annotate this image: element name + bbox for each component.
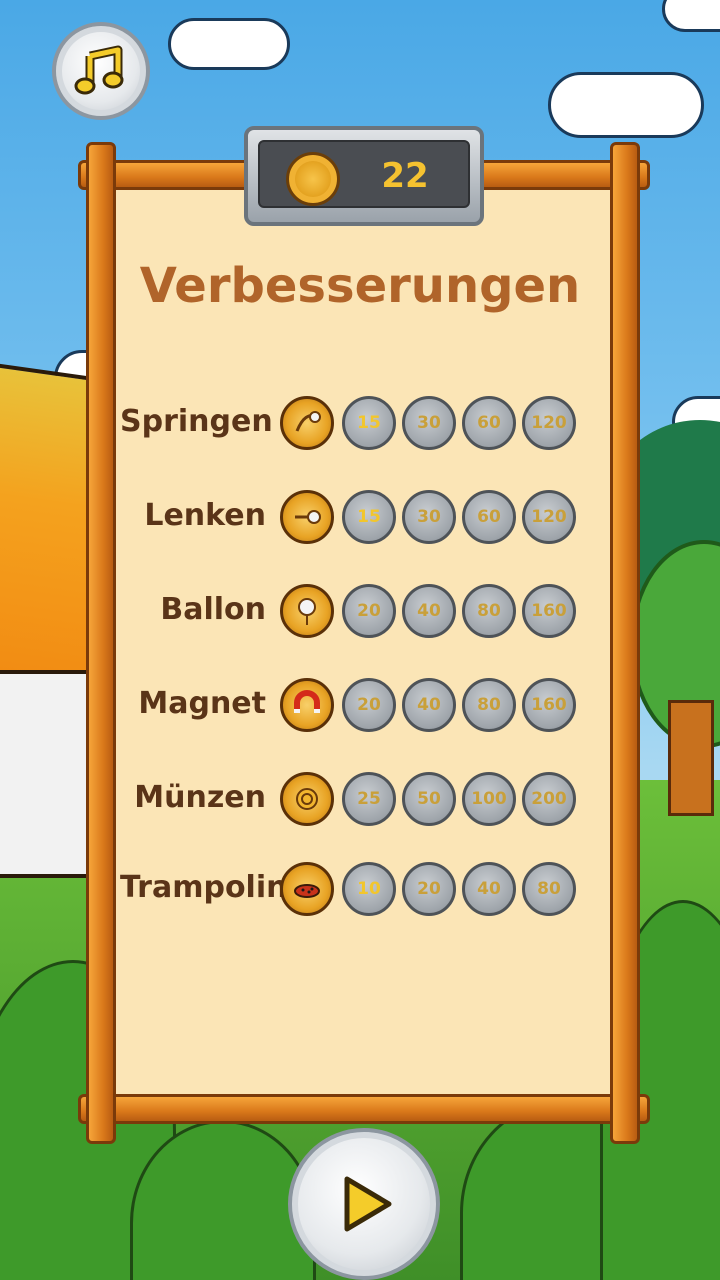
coin-counter: 22 bbox=[244, 126, 484, 226]
wood-plank-right bbox=[610, 142, 640, 1144]
steer-icon bbox=[280, 490, 334, 544]
level-button[interactable]: 120 bbox=[522, 396, 576, 450]
upgrade-row-lenken: Lenken 15 30 60 120 bbox=[120, 486, 590, 546]
house-wall bbox=[0, 670, 98, 878]
music-toggle-button[interactable] bbox=[52, 22, 150, 120]
upgrade-label: Ballon bbox=[160, 592, 266, 627]
level-button[interactable]: 40 bbox=[402, 678, 456, 732]
coin-counter-display: 22 bbox=[258, 140, 470, 208]
cloud bbox=[548, 72, 704, 138]
level-button[interactable]: 40 bbox=[402, 584, 456, 638]
level-button[interactable]: 30 bbox=[402, 396, 456, 450]
level-button[interactable]: 20 bbox=[402, 862, 456, 916]
upgrade-row-ballon: Ballon 20 40 80 160 bbox=[120, 580, 590, 640]
level-button[interactable]: 200 bbox=[522, 772, 576, 826]
upgrade-row-muenzen: Münzen 25 50 100 200 bbox=[120, 768, 590, 828]
trampoline-icon bbox=[280, 862, 334, 916]
jump-icon bbox=[280, 396, 334, 450]
level-button[interactable]: 120 bbox=[522, 490, 576, 544]
level-button[interactable]: 80 bbox=[462, 584, 516, 638]
cloud bbox=[662, 0, 720, 32]
magnet-icon bbox=[280, 678, 334, 732]
level-button[interactable]: 30 bbox=[402, 490, 456, 544]
coin-icon bbox=[280, 772, 334, 826]
upgrade-row-magnet: Magnet 20 40 80 160 bbox=[120, 674, 590, 734]
tree-trunk bbox=[668, 700, 714, 816]
upgrade-label: Magnet bbox=[138, 686, 266, 721]
page-title: Verbesserungen bbox=[139, 258, 581, 314]
level-button[interactable]: 25 bbox=[342, 772, 396, 826]
upgrade-label: Lenken bbox=[144, 498, 266, 533]
level-button[interactable]: 80 bbox=[522, 862, 576, 916]
wood-plank-bottom bbox=[78, 1094, 650, 1124]
level-button[interactable]: 160 bbox=[522, 678, 576, 732]
upgrade-label: Münzen bbox=[134, 780, 266, 815]
level-button[interactable]: 10 bbox=[342, 862, 396, 916]
level-button[interactable]: 15 bbox=[342, 490, 396, 544]
level-button[interactable]: 50 bbox=[402, 772, 456, 826]
level-button[interactable]: 40 bbox=[462, 862, 516, 916]
coin-count: 22 bbox=[381, 156, 429, 196]
play-icon bbox=[344, 1176, 392, 1232]
level-button[interactable]: 160 bbox=[522, 584, 576, 638]
level-button[interactable]: 80 bbox=[462, 678, 516, 732]
coin-icon bbox=[286, 152, 340, 206]
level-button[interactable]: 20 bbox=[342, 584, 396, 638]
cloud bbox=[168, 18, 290, 70]
upgrade-row-trampolin: Trampolin 10 20 40 80 bbox=[120, 858, 590, 918]
game-scene: 22 Verbesserungen Springen 15 30 60 120 … bbox=[0, 0, 720, 1280]
upgrade-row-springen: Springen 15 30 60 120 bbox=[120, 392, 590, 452]
upgrade-label: Springen bbox=[120, 404, 273, 439]
level-button[interactable]: 60 bbox=[462, 396, 516, 450]
play-button[interactable] bbox=[288, 1128, 440, 1280]
level-button[interactable]: 60 bbox=[462, 490, 516, 544]
level-button[interactable]: 100 bbox=[462, 772, 516, 826]
level-button[interactable]: 15 bbox=[342, 396, 396, 450]
level-button[interactable]: 20 bbox=[342, 678, 396, 732]
music-note-icon bbox=[74, 45, 124, 95]
upgrade-label: Trampolin bbox=[120, 870, 288, 905]
balloon-icon bbox=[280, 584, 334, 638]
